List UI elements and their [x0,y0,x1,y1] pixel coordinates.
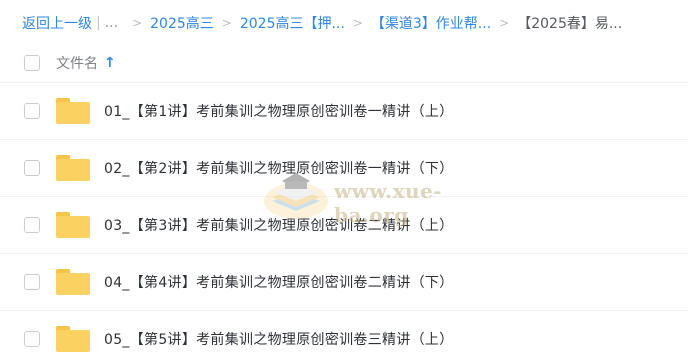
breadcrumb-item-1[interactable]: 2025高三 [150,13,214,33]
file-name[interactable]: 01_【第1讲】考前集训之物理原创密训卷一精讲（上） [104,101,454,121]
select-all-checkbox[interactable] [24,55,40,71]
folder-icon [56,212,90,238]
list-item[interactable]: 02_【第2讲】考前集训之物理原创密训卷一精讲（下） [0,140,688,197]
breadcrumb-divider: | [96,15,101,31]
back-link[interactable]: 返回上一级 [22,13,92,33]
file-list: 01_【第1讲】考前集训之物理原创密训卷一精讲（上） 02_【第2讲】考前集训之… [0,83,688,357]
breadcrumb: 返回上一级 | ... > 2025高三 > 2025高三【押... > 【渠道… [22,12,622,34]
file-browser: 返回上一级 | ... > 2025高三 > 2025高三【押... > 【渠道… [0,0,688,357]
row-checkbox[interactable] [24,274,40,290]
list-item[interactable]: 05_【第5讲】考前集训之物理原创密训卷三精讲（上） [0,311,688,357]
row-checkbox[interactable] [24,217,40,233]
breadcrumb-item-2[interactable]: 2025高三【押... [240,13,345,33]
folder-icon [56,98,90,124]
file-name[interactable]: 02_【第2讲】考前集训之物理原创密训卷一精讲（下） [104,158,454,178]
row-checkbox[interactable] [24,331,40,347]
column-filename[interactable]: 文件名 [56,53,98,73]
chevron-right-icon: > [352,16,363,30]
chevron-right-icon: > [132,16,143,30]
list-item[interactable]: 04_【第4讲】考前集训之物理原创密训卷二精讲（下） [0,254,688,311]
list-header: 文件名 ↑ [0,44,688,83]
file-name[interactable]: 04_【第4讲】考前集训之物理原创密训卷二精讲（下） [104,272,454,292]
breadcrumb-ellipsis[interactable]: ... [105,15,118,31]
breadcrumb-item-3[interactable]: 【渠道3】作业帮... [371,13,491,33]
breadcrumb-current: 【2025春】易... [517,16,623,32]
arrow-up-icon[interactable]: ↑ [104,55,116,71]
chevron-right-icon: > [499,16,510,30]
file-name[interactable]: 05_【第5讲】考前集训之物理原创密训卷三精讲（上） [104,329,454,349]
folder-icon [56,269,90,295]
list-item[interactable]: 03_【第3讲】考前集训之物理原创密训卷二精讲（上） [0,197,688,254]
file-name[interactable]: 03_【第3讲】考前集训之物理原创密训卷二精讲（上） [104,215,454,235]
row-checkbox[interactable] [24,160,40,176]
row-checkbox[interactable] [24,103,40,119]
folder-icon [56,155,90,181]
chevron-right-icon: > [221,16,232,30]
folder-icon [56,326,90,352]
list-item[interactable]: 01_【第1讲】考前集训之物理原创密训卷一精讲（上） [0,83,688,140]
